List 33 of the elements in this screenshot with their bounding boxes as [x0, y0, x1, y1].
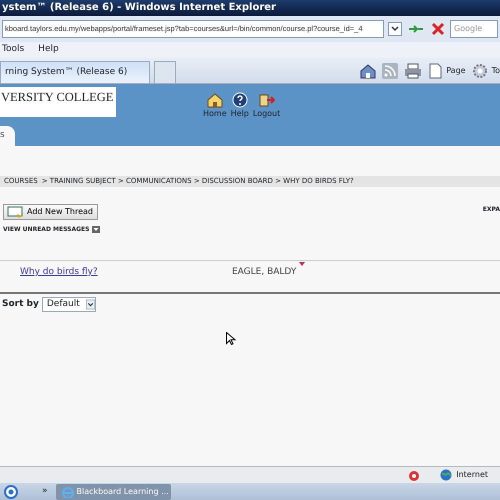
- menu-item[interactable]: Tools: [2, 43, 24, 57]
- caret-icon: [86, 298, 95, 311]
- thread-author: EAGLE, BALDY: [232, 266, 296, 279]
- browser-tab[interactable]: rning System™ (Release 6): [0, 61, 150, 83]
- logo: VERSITY COLLEGE: [0, 87, 116, 117]
- dropdown-icon[interactable]: [388, 22, 402, 36]
- gear-icon: [472, 63, 488, 79]
- add-thread-button[interactable]: Add New Thread: [3, 204, 98, 220]
- help-icon: [232, 92, 248, 108]
- header-link[interactable]: Logout: [252, 92, 280, 120]
- header-link[interactable]: Home: [203, 92, 227, 120]
- logout-icon: [258, 92, 275, 108]
- home-icon: [206, 92, 223, 108]
- home-icon[interactable]: [360, 63, 376, 79]
- window-title: ystem™ (Release 6) - Windows Internet Explorer: [0, 0, 500, 16]
- zone-indicator: Internet: [440, 469, 488, 481]
- cursor-icon: [226, 332, 237, 346]
- tools-menu[interactable]: To: [472, 63, 500, 79]
- page-icon: [428, 63, 442, 79]
- thread-subject-link[interactable]: Why do birds fly?: [20, 266, 98, 280]
- printer-icon[interactable]: [404, 63, 422, 79]
- sort-label: Sort by: [2, 298, 39, 311]
- dropdown-icon[interactable]: [92, 226, 100, 233]
- menu-item[interactable]: Help: [38, 43, 59, 57]
- header-link[interactable]: Help: [230, 92, 249, 120]
- close-icon[interactable]: [430, 21, 446, 37]
- thread-icon: [7, 206, 23, 218]
- globe-icon: [440, 469, 452, 481]
- nav-tab[interactable]: s: [0, 126, 15, 146]
- page-menu[interactable]: Page: [428, 63, 466, 79]
- taskbar-overflow[interactable]: »: [42, 484, 48, 498]
- sort-select[interactable]: Default: [42, 297, 96, 312]
- security-icon: [408, 468, 420, 482]
